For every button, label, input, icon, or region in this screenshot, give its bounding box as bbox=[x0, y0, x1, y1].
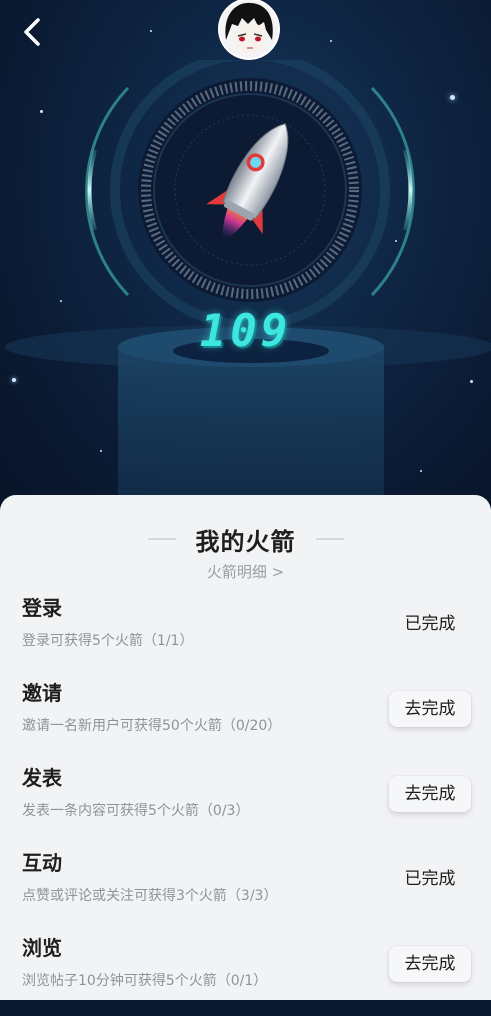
go-complete-button[interactable]: 去完成 bbox=[389, 691, 471, 727]
task-login: 登录 登录可获得5个火箭（1/1） 已完成 bbox=[0, 592, 491, 676]
task-name: 发表 bbox=[22, 766, 62, 790]
rocket-hero: 109 bbox=[0, 0, 491, 520]
go-complete-button[interactable]: 去完成 bbox=[389, 946, 471, 982]
rocket-icon bbox=[206, 123, 289, 238]
task-desc: 发表一条内容可获得5个火箭（0/3） bbox=[22, 803, 250, 819]
avatar[interactable] bbox=[220, 0, 278, 58]
task-name: 互动 bbox=[22, 851, 62, 875]
task-desc: 浏览帖子10分钟可获得5个火箭（0/1） bbox=[22, 973, 268, 989]
star-decoration bbox=[40, 110, 43, 113]
star-decoration bbox=[330, 40, 332, 42]
task-desc: 邀请一名新用户可获得50个火箭（0/20） bbox=[22, 718, 282, 734]
rocket-count: 109 bbox=[199, 306, 292, 357]
star-decoration bbox=[60, 300, 62, 302]
panel-title: 我的火箭 bbox=[195, 527, 296, 556]
task-browse: 浏览 浏览帖子10分钟可获得5个火箭（0/1） 去完成 bbox=[0, 932, 491, 1016]
task-desc: 点赞或评论或关注可获得3个火箭（3/3） bbox=[22, 888, 278, 904]
task-name: 邀请 bbox=[22, 681, 62, 705]
task-interact: 互动 点赞或评论或关注可获得3个火箭（3/3） 已完成 bbox=[0, 847, 491, 931]
task-status-completed: 已完成 bbox=[389, 606, 471, 642]
task-status-completed: 已完成 bbox=[389, 861, 471, 897]
panel-header: 我的火箭 bbox=[0, 519, 491, 559]
chevron-left-icon bbox=[24, 18, 40, 46]
divider bbox=[315, 538, 344, 540]
divider bbox=[147, 538, 176, 540]
task-post: 发表 发表一条内容可获得5个火箭（0/3） 去完成 bbox=[0, 762, 491, 846]
task-desc: 登录可获得5个火箭（1/1） bbox=[22, 633, 194, 649]
my-rockets-panel: 我的火箭 火箭明细 > 登录 登录可获得5个火箭（1/1） 已完成 邀请 邀请一… bbox=[0, 495, 491, 1000]
star-decoration bbox=[150, 30, 152, 32]
task-name: 登录 bbox=[22, 596, 62, 620]
back-button[interactable] bbox=[18, 14, 50, 50]
rocket-detail-link[interactable]: 火箭明细 > bbox=[0, 561, 491, 582]
task-invite: 邀请 邀请一名新用户可获得50个火箭（0/20） 去完成 bbox=[0, 677, 491, 761]
go-complete-button[interactable]: 去完成 bbox=[389, 776, 471, 812]
task-name: 浏览 bbox=[22, 936, 62, 960]
anime-avatar-icon bbox=[220, 0, 278, 58]
star-decoration bbox=[450, 95, 455, 100]
